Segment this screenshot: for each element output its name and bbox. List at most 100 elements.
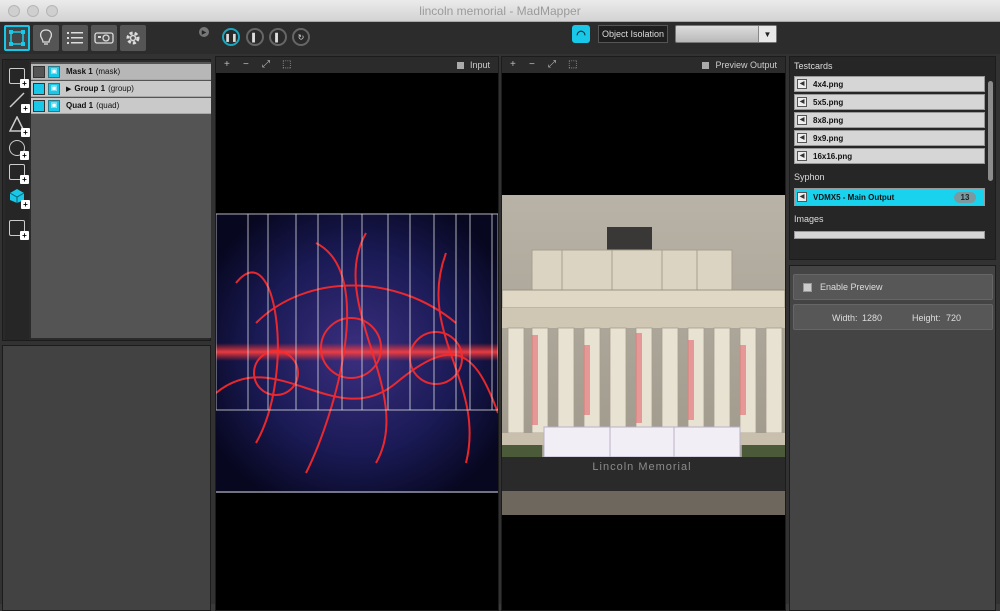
visibility-checkbox[interactable] xyxy=(33,65,45,78)
resolution-row: Width: 1280 Height: 720 xyxy=(793,304,993,330)
height-label: Height: xyxy=(912,313,941,323)
zoom-out-icon[interactable]: − xyxy=(243,59,249,70)
fit-icon[interactable]: ⤢ xyxy=(548,59,556,70)
layer-kind: (group) xyxy=(108,84,134,93)
testcard-item[interactable]: ◀ 4x4.png xyxy=(794,76,985,92)
plus-icon: + xyxy=(20,151,29,160)
input-view-label: Input xyxy=(469,60,490,70)
step-backward-button[interactable]: ▌ xyxy=(246,28,264,46)
main-toolbar: ▶ ❚❚ ▌ ▌ ↻ ◠ Object Isolation ▼ xyxy=(0,22,1000,54)
add-line-button[interactable]: + xyxy=(9,92,30,113)
preview-output-view[interactable]: + − ⤢ ⬚ Preview Output Lincoln Memorial xyxy=(501,56,786,611)
play-icon: ◀ xyxy=(797,79,807,89)
input-view[interactable]: + − ⤢ ⬚ Input xyxy=(215,56,499,611)
layer-row-mask[interactable]: ▣ Mask 1 (mask) xyxy=(31,64,211,80)
lock-icon[interactable]: ▣ xyxy=(48,65,60,78)
images-item-partial[interactable] xyxy=(794,231,985,239)
input-view-checkbox[interactable] xyxy=(456,61,464,69)
loop-icon: ↻ xyxy=(297,32,305,42)
plus-icon: + xyxy=(20,231,29,240)
input-view-toolbar: + − ⤢ ⬚ Input xyxy=(216,57,498,73)
collapse-panel-button[interactable]: ▶ xyxy=(199,27,209,37)
enable-preview-row[interactable]: Enable Preview xyxy=(793,274,993,300)
step-back-icon: ▌ xyxy=(252,32,258,42)
app-body: ▶ ❚❚ ▌ ▌ ↻ ◠ Object Isolation ▼ + + + + … xyxy=(0,22,1000,611)
properties-panel xyxy=(2,345,211,611)
enable-preview-label: Enable Preview xyxy=(820,282,883,292)
lock-icon[interactable]: ▣ xyxy=(48,99,60,112)
plus-icon: + xyxy=(20,79,29,88)
testcard-item[interactable]: ◀ 8x8.png xyxy=(794,112,985,128)
gear-icon xyxy=(126,31,140,45)
layer-name: Quad 1 xyxy=(66,101,94,110)
list-tab-button[interactable] xyxy=(62,25,88,51)
disclosure-triangle-icon[interactable]: ▶ xyxy=(66,85,71,93)
fullscreen-icon[interactable]: ⬚ xyxy=(282,59,291,70)
play-icon: ◀ xyxy=(797,133,807,143)
isolation-icon: ◠ xyxy=(576,28,586,41)
layer-list: ▣ Mask 1 (mask) ▣ ▶ Group 1 (group) ▣ Qu… xyxy=(31,62,211,338)
play-icon: ◀ xyxy=(797,97,807,107)
media-scrollbar[interactable] xyxy=(988,81,993,181)
title-bar: lincoln memorial - MadMapper xyxy=(0,0,1000,22)
settings-tab-button[interactable] xyxy=(120,25,146,51)
visibility-checkbox[interactable] xyxy=(33,99,45,112)
output-view-toolbar: + − ⤢ ⬚ Preview Output xyxy=(502,57,785,73)
fit-icon[interactable]: ⤢ xyxy=(262,59,270,70)
isolation-dropdown[interactable]: ▼ xyxy=(675,25,777,43)
layer-row-group[interactable]: ▣ ▶ Group 1 (group) xyxy=(31,81,211,97)
chevron-right-icon: ▶ xyxy=(201,29,207,36)
projector-icon xyxy=(94,32,114,44)
output-view-label: Preview Output xyxy=(715,60,777,70)
layer-kind: (mask) xyxy=(95,67,121,76)
width-value[interactable]: 1280 xyxy=(862,313,882,323)
images-heading: Images xyxy=(794,214,824,224)
testcards-heading: Testcards xyxy=(794,61,833,71)
projector-tab-button[interactable] xyxy=(91,25,117,51)
surfaces-tab-button[interactable] xyxy=(4,25,30,51)
zoom-out-icon[interactable]: − xyxy=(529,59,535,70)
play-icon: ◀ xyxy=(797,151,807,161)
add-mask-button[interactable]: + xyxy=(9,164,29,184)
chevron-down-icon: ▼ xyxy=(758,26,776,42)
window-title: lincoln memorial - MadMapper xyxy=(419,4,581,18)
add-circle-button[interactable]: + xyxy=(9,140,29,160)
layer-name: Mask 1 xyxy=(66,67,93,76)
testcard-item[interactable]: ◀ 16x16.png xyxy=(794,148,985,164)
syphon-count-badge: 13 xyxy=(954,192,976,203)
isolation-toggle-button[interactable]: ◠ xyxy=(572,25,590,43)
plus-icon: + xyxy=(20,175,29,184)
object-isolation-button[interactable]: Object Isolation xyxy=(598,25,668,43)
output-view-checkbox[interactable] xyxy=(702,61,710,69)
layer-row-quad[interactable]: ▣ Quad 1 (quad) xyxy=(31,98,211,114)
add-quad-button[interactable]: + xyxy=(9,68,29,88)
output-camera-frame: Lincoln Memorial xyxy=(502,195,785,515)
play-icon: ◀ xyxy=(797,115,807,125)
zoom-in-icon[interactable]: + xyxy=(224,59,230,70)
lightbulb-tab-button[interactable] xyxy=(33,25,59,51)
preview-settings-panel: Enable Preview Width: 1280 Height: 720 xyxy=(789,265,996,611)
lock-icon[interactable]: ▣ xyxy=(48,82,60,95)
add-group-button[interactable]: + xyxy=(9,220,29,240)
add-triangle-button[interactable]: + xyxy=(8,115,30,137)
plus-icon: + xyxy=(21,128,30,137)
play-icon: ◀ xyxy=(797,192,807,202)
height-value[interactable]: 720 xyxy=(946,313,961,323)
visibility-checkbox[interactable] xyxy=(33,82,45,95)
lincoln-memorial-caption: Lincoln Memorial xyxy=(592,461,691,473)
step-forward-button[interactable]: ▌ xyxy=(269,28,287,46)
zoom-in-icon[interactable]: + xyxy=(510,59,516,70)
enable-preview-checkbox[interactable] xyxy=(803,282,812,292)
media-panel: Testcards ◀ 4x4.png ◀ 5x5.png ◀ 8x8.png ◀ 9x… xyxy=(789,56,996,260)
syphon-heading: Syphon xyxy=(794,172,825,182)
testcard-item[interactable]: ◀ 9x9.png xyxy=(794,130,985,146)
testcard-item[interactable]: ◀ 5x5.png xyxy=(794,94,985,110)
add-3d-object-button[interactable]: + xyxy=(9,188,30,209)
input-media-frame xyxy=(216,213,498,493)
fullscreen-icon[interactable]: ⬚ xyxy=(568,59,577,70)
loop-button[interactable]: ↻ xyxy=(292,28,310,46)
syphon-item[interactable]: ◀ VDMX5 - Main Output 13 xyxy=(794,188,985,206)
list-icon xyxy=(67,32,83,44)
pause-icon: ❚❚ xyxy=(224,32,238,42)
pause-button[interactable]: ❚❚ xyxy=(222,28,240,46)
